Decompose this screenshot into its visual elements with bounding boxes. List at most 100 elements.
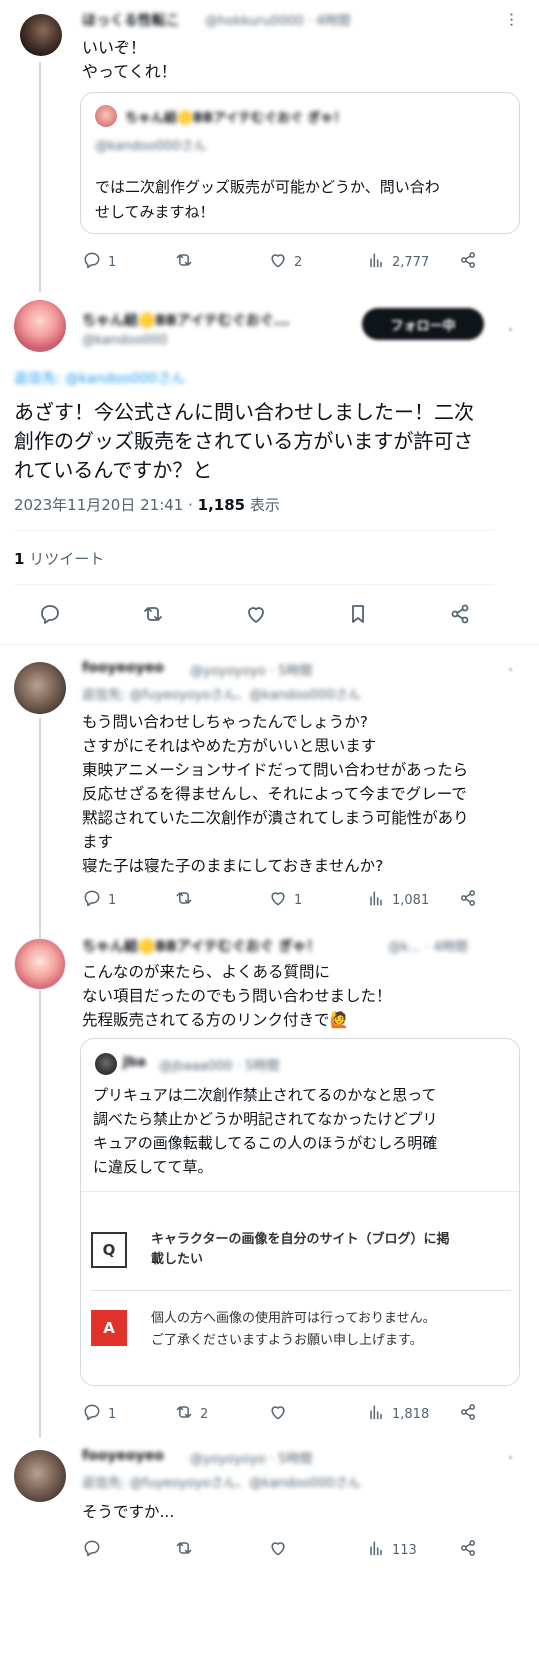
share-button[interactable] bbox=[458, 888, 478, 912]
qa-divider bbox=[91, 1290, 511, 1291]
avatar[interactable] bbox=[14, 1450, 66, 1502]
post-text: そうですか... bbox=[82, 1503, 175, 1521]
following-button[interactable]: フォロー中 bbox=[362, 308, 484, 340]
avatar[interactable] bbox=[14, 300, 66, 352]
like-count: 2 bbox=[294, 254, 303, 270]
share-icon bbox=[458, 888, 478, 912]
views-count: 2,777 bbox=[392, 254, 430, 270]
post-text: あざす！今公式さんに問い合わせしましたー！二次 創作のグッズ販売をされている方が… bbox=[14, 400, 474, 482]
repost-icon bbox=[174, 1538, 194, 1562]
author-name[interactable]: fooyeoyeo bbox=[82, 1448, 164, 1464]
avatar[interactable] bbox=[20, 14, 62, 56]
share-icon bbox=[448, 602, 472, 630]
reply-icon bbox=[38, 602, 62, 630]
views-count: 1,081 bbox=[392, 892, 430, 908]
quote-handle: @jbaaa000 · 5時間 bbox=[159, 1059, 280, 1074]
repost-icon bbox=[174, 250, 194, 274]
a-text: 個人の方へ画像の使用許可は行っておりません。 ご了承くださいますようお願い申し上… bbox=[151, 1311, 436, 1348]
like-button[interactable]: 2 bbox=[268, 250, 302, 274]
repost-button[interactable] bbox=[174, 1538, 200, 1562]
reply-button[interactable]: 1 bbox=[82, 888, 116, 912]
share-icon bbox=[458, 250, 478, 274]
share-button[interactable] bbox=[458, 1538, 478, 1562]
analytics-icon bbox=[366, 1538, 386, 1562]
repost-count: 2 bbox=[200, 1406, 209, 1422]
avatar[interactable] bbox=[14, 938, 66, 990]
views-button[interactable]: 1,818 bbox=[366, 1402, 429, 1426]
like-count: 1 bbox=[294, 892, 303, 908]
repost-button[interactable] bbox=[174, 250, 200, 274]
analytics-icon bbox=[366, 1402, 386, 1426]
author-handle[interactable]: @hokkuru0000 · 4時間 bbox=[205, 10, 350, 29]
reply-to[interactable]: 返信先: @kandoo000さん bbox=[14, 368, 185, 388]
q-text: キャラクターの画像を自分のサイト（ブログ）に掲 載したい bbox=[151, 1232, 450, 1267]
share-button[interactable] bbox=[458, 1402, 478, 1426]
bookmark-icon bbox=[346, 602, 370, 630]
quote-image: Q キャラクターの画像を自分のサイト（ブログ）に掲 載したい A 個人の方へ画像… bbox=[81, 1191, 519, 1385]
author-name[interactable]: ちゃん結🟡BBアイテむぐおぐ ぎゃ！ bbox=[82, 936, 320, 956]
bookmark-button[interactable] bbox=[346, 602, 370, 630]
author-handle[interactable]: @yoyoyoyo · 5時間 bbox=[190, 660, 312, 679]
post-date[interactable]: 2023年11月20日 21:41 bbox=[14, 496, 183, 514]
repost-button[interactable] bbox=[174, 888, 200, 912]
author-handle[interactable]: @k... · 4時間 bbox=[388, 936, 468, 955]
author-handle[interactable]: @kandoo000 bbox=[82, 333, 167, 348]
like-button[interactable]: 1 bbox=[268, 888, 302, 912]
author-name[interactable]: ちゃん結🟡BBアイテむぐおぐ... bbox=[82, 310, 290, 330]
reply-button[interactable] bbox=[82, 1538, 108, 1562]
more-icon[interactable]: ··· bbox=[502, 12, 521, 27]
reply-count: 1 bbox=[108, 892, 117, 908]
avatar[interactable] bbox=[14, 662, 66, 714]
a-badge: A bbox=[91, 1310, 127, 1346]
reply-button[interactable]: 1 bbox=[82, 1402, 116, 1426]
reply-icon bbox=[82, 250, 102, 274]
more-icon[interactable]: · bbox=[508, 1448, 513, 1467]
reply-count: 1 bbox=[108, 254, 117, 270]
share-icon bbox=[458, 1538, 478, 1562]
repost-icon bbox=[174, 1402, 194, 1426]
divider bbox=[14, 530, 494, 531]
like-button[interactable] bbox=[268, 1538, 294, 1562]
repost-stats[interactable]: 1 リツイート bbox=[14, 548, 104, 569]
quote-text: では二次創作グッズ販売が可能かどうか、問い合わ せしてみますね！ bbox=[95, 178, 440, 221]
quote-text: プリキュアは二次創作禁止されてるのかなと思って 調べたら禁止かどうか明記されてな… bbox=[93, 1086, 438, 1176]
action-bar: 1 1 1,081 bbox=[82, 888, 502, 910]
repost-label: リツイート bbox=[24, 550, 105, 568]
analytics-icon bbox=[366, 888, 386, 912]
action-bar: 1 2 2,777 bbox=[82, 250, 502, 272]
reply-count: 1 bbox=[108, 1406, 117, 1422]
more-icon[interactable]: · bbox=[508, 320, 513, 339]
divider bbox=[14, 584, 494, 585]
repost-count: 1 bbox=[14, 550, 25, 568]
more-icon[interactable]: · bbox=[508, 660, 513, 679]
repost-button[interactable]: 2 bbox=[174, 1402, 208, 1426]
quote-author: ちゃん結🟡BBアイテむぐおぐ ぎゃ！ bbox=[125, 111, 347, 126]
author-name[interactable]: ほっくる性転こ bbox=[82, 10, 180, 30]
share-button[interactable] bbox=[458, 250, 478, 274]
author-handle[interactable]: @yoyoyoyo · 5時間 bbox=[190, 1448, 312, 1467]
separator-dot: · bbox=[183, 496, 198, 514]
views-count: 1,818 bbox=[392, 1406, 430, 1422]
reply-to[interactable]: 返信先: @fuyeoyoyoさん、@kandoo000さん bbox=[82, 684, 361, 703]
views-button[interactable]: 2,777 bbox=[366, 250, 429, 274]
repost-button[interactable] bbox=[141, 602, 165, 630]
views-button[interactable]: 1,081 bbox=[366, 888, 429, 912]
quote-handle: @kandoo000さん bbox=[95, 139, 207, 154]
views-button[interactable]: 113 bbox=[366, 1538, 417, 1562]
quoted-post[interactable]: ちゃん結🟡BBアイテむぐおぐ ぎゃ！ @kandoo000さん では二次創作グッ… bbox=[80, 92, 520, 234]
thread-line bbox=[39, 718, 41, 1438]
reply-to[interactable]: 返信先: @fuyeoyoyoさん、@kandoo000さん bbox=[82, 1472, 361, 1491]
like-button[interactable] bbox=[244, 602, 268, 630]
avatar bbox=[95, 105, 117, 127]
reply-button[interactable] bbox=[38, 602, 62, 630]
reply-button[interactable]: 1 bbox=[82, 250, 116, 274]
like-button[interactable] bbox=[268, 1402, 294, 1426]
author-name[interactable]: fooyeoyeo bbox=[82, 660, 164, 676]
repost-icon bbox=[174, 888, 194, 912]
share-button[interactable] bbox=[448, 602, 472, 630]
analytics-icon bbox=[366, 250, 386, 274]
quoted-post[interactable]: Jba @jbaaa000 · 5時間 プリキュアは二次創作禁止されてるのかなと… bbox=[80, 1038, 520, 1386]
heart-icon bbox=[244, 602, 268, 630]
post-text: いいぞ！ やってくれ！ bbox=[82, 38, 177, 81]
avatar bbox=[95, 1053, 117, 1075]
